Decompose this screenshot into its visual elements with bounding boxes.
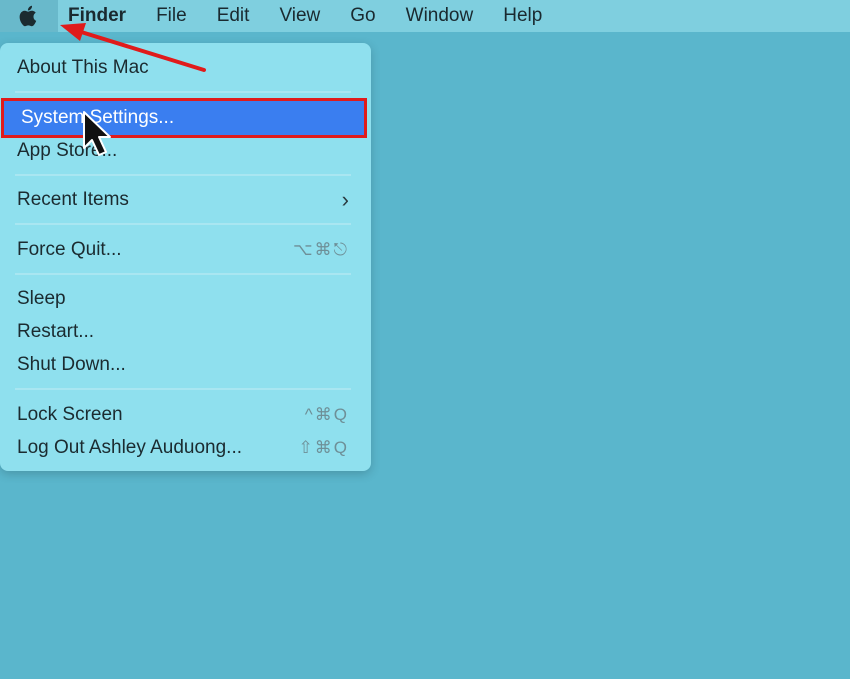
chevron-right-icon: › (341, 187, 349, 212)
menu-item-label: Sleep (17, 288, 66, 309)
menu-item-sleep[interactable]: Sleep (0, 283, 371, 315)
menu-separator (15, 388, 351, 390)
keyboard-shortcut: ⇧⌘Q (298, 438, 349, 457)
menu-item-label: App Store... (17, 140, 118, 161)
menu-item-label: Shut Down... (17, 354, 126, 375)
menu-item-recent-items[interactable]: Recent Items › (0, 184, 371, 216)
apple-dropdown-menu: About This Mac System Settings... App St… (0, 43, 371, 471)
menu-item-label: Log Out Ashley Auduong... (17, 437, 243, 458)
menubar-finder[interactable]: Finder (58, 0, 141, 32)
menu-item-label: System Settings... (21, 107, 175, 128)
menu-item-label: Recent Items (17, 189, 129, 210)
menu-separator (15, 223, 351, 225)
menu-item-force-quit[interactable]: Force Quit... ⌥⌘⎋ (0, 234, 371, 266)
menubar-window[interactable]: Window (391, 0, 489, 32)
menu-separator (15, 273, 351, 275)
menu-item-shut-down[interactable]: Shut Down... (0, 349, 371, 381)
menu-separator (15, 174, 351, 176)
menu-item-label: Lock Screen (17, 404, 123, 425)
menu-item-system-settings[interactable]: System Settings... (1, 98, 367, 138)
menubar-go[interactable]: Go (335, 0, 390, 32)
menu-item-lock-screen[interactable]: Lock Screen ^⌘Q (0, 399, 371, 431)
menubar-file[interactable]: File (141, 0, 202, 32)
apple-logo-icon (19, 5, 37, 27)
menubar-view[interactable]: View (264, 0, 335, 32)
menu-bar: Finder File Edit View Go Window Help (0, 0, 850, 32)
apple-menu-button[interactable] (0, 0, 58, 32)
menubar-edit[interactable]: Edit (202, 0, 265, 32)
menu-item-label: Restart... (17, 321, 95, 342)
keyboard-shortcut: ⌥⌘⎋ (292, 240, 349, 259)
menu-separator (15, 91, 351, 93)
menu-item-label: Force Quit... (17, 239, 122, 260)
menu-item-about-this-mac[interactable]: About This Mac (0, 52, 371, 84)
menu-item-label: About This Mac (17, 57, 149, 78)
menu-item-log-out[interactable]: Log Out Ashley Auduong... ⇧⌘Q (0, 432, 371, 464)
keyboard-shortcut: ^⌘Q (304, 405, 349, 424)
menubar-help[interactable]: Help (488, 0, 557, 32)
menu-item-app-store[interactable]: App Store... (0, 135, 371, 167)
menu-item-restart[interactable]: Restart... (0, 316, 371, 348)
